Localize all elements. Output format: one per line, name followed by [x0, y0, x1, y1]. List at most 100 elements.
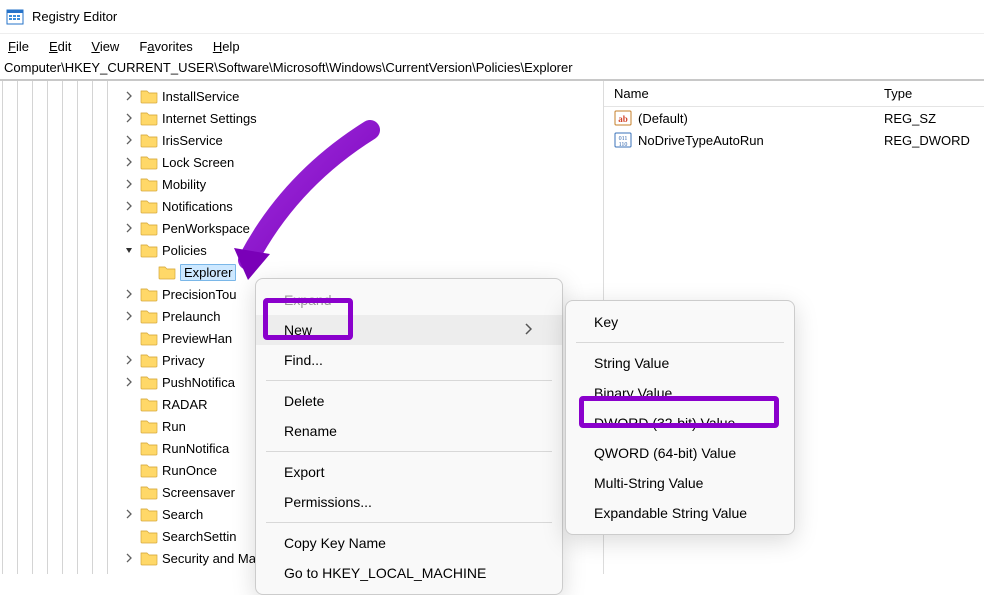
- menubar: File Edit View Favorites Help: [0, 34, 984, 58]
- chevron-right-icon[interactable]: [122, 177, 136, 191]
- chevron-right-icon[interactable]: [122, 199, 136, 213]
- cm-permissions[interactable]: Permissions...: [256, 487, 562, 517]
- folder-icon: [140, 110, 158, 126]
- cm-find[interactable]: Find...: [256, 345, 562, 375]
- tree-item-label: Privacy: [162, 353, 205, 368]
- folder-icon: [140, 132, 158, 148]
- tree-item-label: Run: [162, 419, 186, 434]
- folder-icon: [140, 220, 158, 236]
- menu-view[interactable]: View: [87, 37, 123, 56]
- cm-new-multistring[interactable]: Multi-String Value: [566, 468, 794, 498]
- cm-new[interactable]: New: [256, 315, 562, 345]
- list-cell-name: 011110NoDriveTypeAutoRun: [604, 131, 874, 149]
- tree-item-label: Internet Settings: [162, 111, 257, 126]
- cm-separator: [266, 451, 552, 452]
- tree-item-label: Lock Screen: [162, 155, 234, 170]
- chevron-right-icon[interactable]: [122, 375, 136, 389]
- cm-goto-hklm[interactable]: Go to HKEY_LOCAL_MACHINE: [256, 558, 562, 588]
- chevron-right-icon[interactable]: [122, 155, 136, 169]
- folder-icon: [140, 550, 158, 566]
- tree-item-label: RunNotifica: [162, 441, 229, 456]
- chevron-right-icon[interactable]: [122, 353, 136, 367]
- tree-guide-lines: [0, 81, 122, 574]
- folder-icon: [140, 352, 158, 368]
- reg-binary-icon: 011110: [614, 131, 632, 149]
- chevron-right-icon[interactable]: [122, 507, 136, 521]
- reg-string-icon: ab: [614, 109, 632, 127]
- folder-icon: [140, 440, 158, 456]
- tree-item[interactable]: Internet Settings: [122, 107, 603, 129]
- cm-rename[interactable]: Rename: [256, 416, 562, 446]
- cm-new-binary[interactable]: Binary Value: [566, 378, 794, 408]
- tree-item-label: Policies: [162, 243, 207, 258]
- tree-item[interactable]: Lock Screen: [122, 151, 603, 173]
- folder-icon: [140, 286, 158, 302]
- cm-export[interactable]: Export: [256, 457, 562, 487]
- cm-new-qword[interactable]: QWORD (64-bit) Value: [566, 438, 794, 468]
- tree-item[interactable]: Policies: [122, 239, 603, 261]
- tree-item-label: RADAR: [162, 397, 208, 412]
- tree-item[interactable]: InstallService: [122, 85, 603, 107]
- cm-separator: [266, 522, 552, 523]
- folder-icon: [140, 506, 158, 522]
- folder-icon: [140, 242, 158, 258]
- folder-icon: [140, 330, 158, 346]
- cm-separator: [576, 342, 784, 343]
- window-title: Registry Editor: [32, 9, 117, 24]
- chevron-right-icon[interactable]: [122, 221, 136, 235]
- list-cell-type: REG_DWORD: [874, 133, 984, 148]
- tree-item-label: SearchSettin: [162, 529, 236, 544]
- context-menu-key: Expand New Find... Delete Rename Export …: [255, 278, 563, 595]
- address-bar[interactable]: Computer\HKEY_CURRENT_USER\Software\Micr…: [0, 58, 984, 80]
- folder-icon: [140, 528, 158, 544]
- titlebar: Registry Editor: [0, 0, 984, 34]
- cm-new-dword[interactable]: DWORD (32-bit) Value: [566, 408, 794, 438]
- chevron-down-icon[interactable]: [122, 243, 136, 257]
- folder-icon: [140, 418, 158, 434]
- list-body: ab(Default)REG_SZ011110NoDriveTypeAutoRu…: [604, 107, 984, 151]
- tree-item-label: Screensaver: [162, 485, 235, 500]
- folder-icon: [140, 462, 158, 478]
- list-row[interactable]: ab(Default)REG_SZ: [604, 107, 984, 129]
- tree-item[interactable]: Mobility: [122, 173, 603, 195]
- chevron-right-icon[interactable]: [122, 287, 136, 301]
- menu-file[interactable]: File: [4, 37, 33, 56]
- list-row[interactable]: 011110NoDriveTypeAutoRunREG_DWORD: [604, 129, 984, 151]
- chevron-right-icon[interactable]: [122, 309, 136, 323]
- tree-item[interactable]: IrisService: [122, 129, 603, 151]
- tree-item-label: InstallService: [162, 89, 239, 104]
- cm-delete[interactable]: Delete: [256, 386, 562, 416]
- tree-item[interactable]: Notifications: [122, 195, 603, 217]
- tree-item-label: PreviewHan: [162, 331, 232, 346]
- tree-item-label: PushNotifica: [162, 375, 235, 390]
- tree-item[interactable]: PenWorkspace: [122, 217, 603, 239]
- folder-icon: [140, 154, 158, 170]
- list-cell-type: REG_SZ: [874, 111, 984, 126]
- svg-text:ab: ab: [618, 114, 628, 124]
- cm-expand: Expand: [256, 285, 562, 315]
- chevron-right-icon[interactable]: [122, 551, 136, 565]
- chevron-right-icon[interactable]: [122, 133, 136, 147]
- folder-icon: [140, 176, 158, 192]
- cm-separator: [266, 380, 552, 381]
- menu-help[interactable]: Help: [209, 37, 244, 56]
- folder-icon: [140, 198, 158, 214]
- tree-item-label: PrecisionTou: [162, 287, 236, 302]
- folder-icon: [140, 374, 158, 390]
- folder-icon: [140, 396, 158, 412]
- chevron-right-icon[interactable]: [122, 111, 136, 125]
- cm-new-string[interactable]: String Value: [566, 348, 794, 378]
- cm-copy-key-name[interactable]: Copy Key Name: [256, 528, 562, 558]
- list-cell-name: ab(Default): [604, 109, 874, 127]
- tree-item-label: Mobility: [162, 177, 206, 192]
- cm-new-expandstring[interactable]: Expandable String Value: [566, 498, 794, 528]
- svg-text:110: 110: [619, 142, 628, 148]
- cm-new-key[interactable]: Key: [566, 307, 794, 337]
- col-header-name[interactable]: Name: [604, 82, 874, 105]
- folder-icon: [140, 88, 158, 104]
- menu-favorites[interactable]: Favorites: [135, 37, 196, 56]
- col-header-type[interactable]: Type: [874, 82, 984, 105]
- folder-icon: [158, 264, 176, 280]
- chevron-right-icon[interactable]: [122, 89, 136, 103]
- menu-edit[interactable]: Edit: [45, 37, 75, 56]
